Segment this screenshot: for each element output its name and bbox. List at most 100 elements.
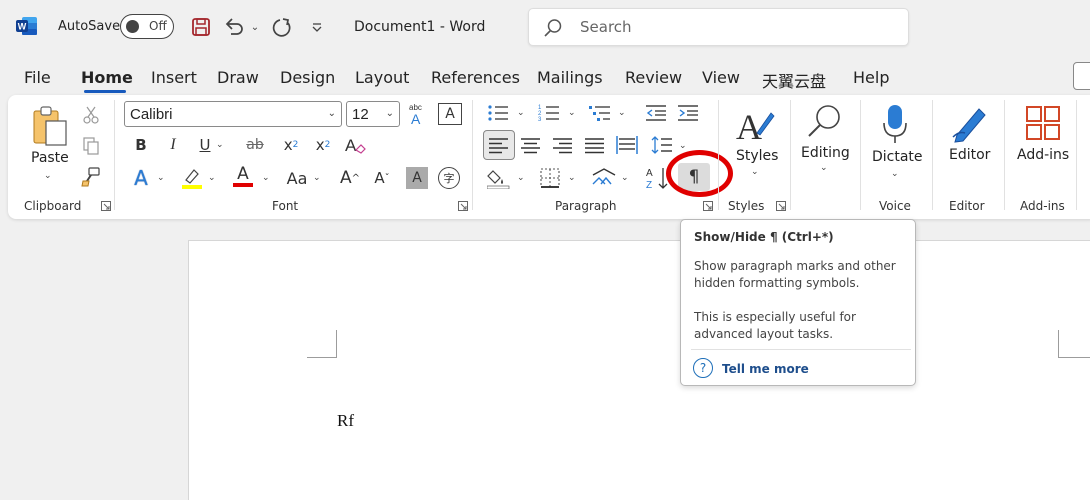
styles-icon[interactable]: A	[734, 104, 776, 146]
underline-dropdown-icon[interactable]: ⌄	[216, 140, 224, 150]
paste-icon[interactable]	[30, 104, 70, 148]
tab-layout[interactable]: Layout	[355, 68, 409, 87]
tab-insert[interactable]: Insert	[151, 68, 197, 87]
annotation-circle	[666, 150, 733, 197]
tab-tianyi-cloud[interactable]: 天翼云盘	[762, 68, 826, 92]
tab-review[interactable]: Review	[625, 68, 682, 87]
font-color-button[interactable]: A	[232, 164, 254, 188]
styles-dropdown-icon[interactable]: ⌄	[751, 167, 759, 177]
italic-button[interactable]: I	[162, 134, 184, 156]
document-page[interactable]	[188, 240, 1090, 500]
borders-dropdown-icon[interactable]: ⌄	[568, 173, 576, 183]
comments-button[interactable]	[1073, 62, 1090, 90]
crop-mark	[1058, 330, 1059, 358]
paragraph-launcher-icon[interactable]	[703, 201, 713, 211]
dictate-dropdown-icon[interactable]: ⌄	[891, 169, 899, 179]
chinese-layout-dropdown-icon[interactable]: ⌄	[621, 173, 629, 183]
font-launcher-icon[interactable]	[458, 201, 468, 211]
bold-button[interactable]: B	[130, 134, 152, 156]
enclose-characters-button[interactable]: 字	[438, 167, 460, 189]
active-tab-indicator	[84, 90, 126, 93]
cut-icon[interactable]	[80, 104, 102, 126]
styles-launcher-icon[interactable]	[776, 201, 786, 211]
tab-home[interactable]: Home	[81, 68, 133, 87]
strikethrough-button[interactable]: ab	[242, 134, 268, 156]
justify-icon[interactable]	[584, 135, 606, 155]
font-size-select[interactable]: 12 ⌄	[346, 101, 400, 127]
change-case-button[interactable]: Aa	[284, 166, 310, 190]
document-body-text[interactable]: Rf	[337, 411, 354, 431]
line-spacing-icon[interactable]	[650, 134, 674, 156]
clear-formatting-icon[interactable]: A	[438, 103, 462, 125]
align-center-icon[interactable]	[520, 135, 542, 155]
find-search-icon[interactable]	[804, 102, 844, 142]
font-name-select[interactable]: Calibri ⌄	[124, 101, 342, 127]
font-color-dropdown-icon[interactable]: ⌄	[262, 173, 270, 183]
paragraph-shading-icon[interactable]	[486, 166, 512, 190]
tab-references[interactable]: References	[431, 68, 520, 87]
tab-mailings[interactable]: Mailings	[537, 68, 603, 87]
increase-indent-icon[interactable]	[676, 102, 700, 124]
styles-label: Styles	[736, 148, 779, 164]
search-input[interactable]: Search	[528, 8, 909, 46]
bullets-icon[interactable]	[486, 102, 510, 124]
align-left-button[interactable]	[483, 130, 515, 160]
character-shading-button[interactable]: A	[406, 167, 428, 189]
grow-font-button[interactable]: A ^	[338, 166, 362, 190]
add-ins-icon[interactable]	[1024, 104, 1062, 142]
editing-dropdown-icon[interactable]: ⌄	[820, 163, 828, 173]
autosave-state: Off	[149, 19, 167, 33]
decrease-indent-icon[interactable]	[644, 102, 668, 124]
paste-dropdown-icon[interactable]: ⌄	[44, 171, 52, 181]
clipboard-launcher-icon[interactable]	[101, 201, 111, 211]
subscript-button[interactable]: x2	[280, 134, 302, 156]
align-right-icon[interactable]	[552, 135, 574, 155]
copy-icon[interactable]	[80, 135, 102, 157]
format-painter-icon[interactable]	[80, 166, 102, 188]
svg-text:A: A	[736, 107, 762, 145]
superscript-button[interactable]: x2	[312, 134, 334, 156]
tab-design[interactable]: Design	[280, 68, 335, 87]
shading-dropdown-icon[interactable]: ⌄	[517, 173, 525, 183]
distributed-icon[interactable]	[615, 134, 639, 156]
save-icon[interactable]	[188, 14, 214, 40]
tell-me-more-link[interactable]: Tell me more	[722, 362, 809, 376]
bullets-dropdown-icon[interactable]: ⌄	[517, 108, 525, 118]
microphone-icon[interactable]	[880, 102, 910, 146]
highlight-icon[interactable]	[180, 166, 204, 190]
crop-mark	[1058, 357, 1090, 358]
multilevel-list-icon[interactable]	[588, 102, 612, 124]
chinese-layout-icon[interactable]	[590, 166, 618, 190]
tooltip-divider	[691, 349, 911, 350]
tab-file[interactable]: File	[24, 68, 51, 87]
customize-qat-icon[interactable]	[308, 14, 326, 40]
tab-view[interactable]: View	[702, 68, 740, 87]
borders-icon[interactable]	[538, 166, 562, 190]
numbering-icon[interactable]: 123	[537, 102, 561, 124]
editor-pen-icon[interactable]	[948, 102, 990, 144]
highlight-dropdown-icon[interactable]: ⌄	[208, 173, 216, 183]
text-effects-button[interactable]: A	[130, 166, 152, 190]
undo-icon[interactable]	[222, 14, 246, 40]
numbering-dropdown-icon[interactable]: ⌄	[568, 108, 576, 118]
multilevel-dropdown-icon[interactable]: ⌄	[618, 108, 626, 118]
editor-group-label: Editor	[949, 199, 985, 213]
clipboard-group-label: Clipboard	[24, 199, 82, 213]
change-case-dropdown-icon[interactable]: ⌄	[313, 173, 321, 183]
text-effects-dropdown-icon[interactable]: ⌄	[157, 173, 165, 183]
crop-mark	[307, 357, 337, 358]
help-icon[interactable]: ?	[693, 358, 713, 378]
line-spacing-dropdown-icon[interactable]: ⌄	[679, 141, 687, 151]
clear-all-formatting-icon[interactable]: A	[342, 133, 368, 157]
paste-label: Paste	[31, 150, 69, 166]
tab-help[interactable]: Help	[853, 68, 889, 87]
undo-dropdown-icon[interactable]: ⌄	[248, 14, 262, 40]
underline-button[interactable]: U	[194, 134, 216, 156]
spelling-language-icon[interactable]: abc A	[404, 100, 432, 128]
redo-icon[interactable]	[270, 14, 296, 40]
shrink-font-button[interactable]: Aˇ	[370, 166, 394, 190]
menu-tabs: File Home Insert Draw Design Layout Refe…	[0, 62, 1090, 94]
tooltip-body-line: advanced layout tasks.	[694, 327, 834, 341]
tab-draw[interactable]: Draw	[217, 68, 259, 87]
autosave-toggle[interactable]: Off	[120, 14, 174, 39]
